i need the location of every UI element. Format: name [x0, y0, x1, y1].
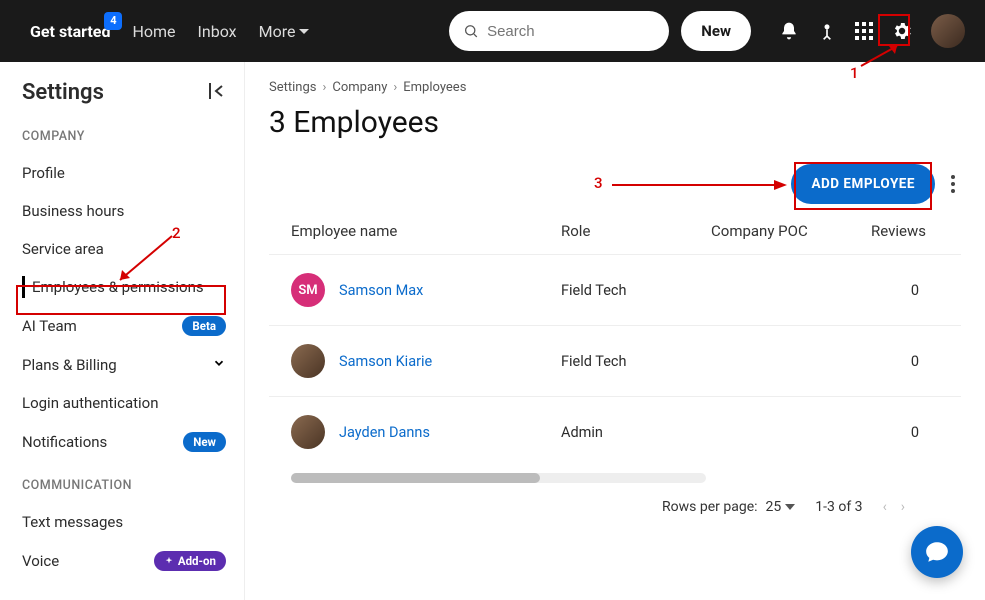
- sidebar-item-profile[interactable]: Profile: [0, 154, 244, 192]
- search-input[interactable]: [487, 23, 655, 40]
- new-badge: New: [183, 432, 226, 452]
- nav-home[interactable]: Home: [132, 22, 175, 41]
- sidebar-section-communication: COMMUNICATION: [0, 472, 244, 503]
- employee-role: Field Tech: [561, 282, 711, 299]
- col-header-role[interactable]: Role: [561, 222, 711, 240]
- pagination-arrows: ‹ ›: [883, 499, 905, 515]
- get-started-badge: 4: [104, 12, 122, 30]
- search-icon: [463, 22, 479, 40]
- sidebar-item-notifications[interactable]: Notifications New: [0, 422, 244, 462]
- employee-name-link[interactable]: Samson Max: [339, 282, 423, 299]
- breadcrumb-employees[interactable]: Employees: [403, 80, 466, 95]
- sidebar-item-ai-team[interactable]: AI Team Beta: [0, 306, 244, 346]
- new-button[interactable]: New: [681, 11, 751, 51]
- col-header-poc[interactable]: Company POC: [711, 222, 871, 240]
- table-row[interactable]: SM Samson Max Field Tech 0: [269, 254, 961, 325]
- apps-grid-icon[interactable]: [855, 22, 873, 40]
- table-row[interactable]: Samson Kiarie Field Tech 0: [269, 325, 961, 396]
- sidebar-section-company: COMPANY: [0, 123, 244, 154]
- col-header-name[interactable]: Employee name: [291, 222, 561, 240]
- topbar-right: New: [449, 11, 965, 51]
- table-header: Employee name Role Company POC Reviews: [269, 214, 961, 254]
- page-title: 3 Employees: [269, 105, 961, 140]
- breadcrumb-separator: ›: [393, 80, 397, 95]
- sidebar-item-plans-billing[interactable]: Plans & Billing: [0, 346, 244, 384]
- sparkle-icon: [164, 556, 174, 566]
- settings-sidebar: Settings COMPANY Profile Business hours …: [0, 62, 245, 600]
- employee-avatar: SM: [291, 273, 325, 307]
- employee-name-link[interactable]: Jayden Danns: [339, 424, 430, 441]
- sidebar-item-text-messages[interactable]: Text messages: [0, 503, 244, 541]
- employee-avatar: [291, 344, 325, 378]
- nav-more[interactable]: More: [259, 22, 310, 41]
- horizontal-scrollbar[interactable]: [291, 473, 706, 483]
- nav-get-started[interactable]: Get started 4: [30, 22, 110, 41]
- prev-page-button[interactable]: ‹: [883, 499, 887, 515]
- addon-badge: Add-on: [154, 551, 226, 571]
- top-bar: Get started 4 Home Inbox More New: [0, 0, 985, 62]
- employee-avatar: [291, 415, 325, 449]
- rpp-label: Rows per page:: [662, 499, 757, 515]
- map-pin-icon[interactable]: [817, 20, 837, 42]
- sidebar-item-employees-permissions[interactable]: Employees & permissions: [0, 268, 244, 306]
- employee-role: Field Tech: [561, 353, 711, 370]
- chevron-down-icon: [299, 29, 309, 34]
- sidebar-item-login-auth[interactable]: Login authentication: [0, 384, 244, 422]
- caret-down-icon: [785, 504, 795, 510]
- more-options-button[interactable]: [945, 169, 961, 199]
- add-employee-button[interactable]: ADD EMPLOYEE: [791, 164, 935, 204]
- employee-reviews: 0: [871, 353, 939, 370]
- next-page-button[interactable]: ›: [901, 499, 905, 515]
- user-avatar[interactable]: [931, 14, 965, 48]
- nav-get-started-label: Get started: [30, 22, 110, 41]
- collapse-sidebar-icon[interactable]: [208, 83, 226, 103]
- gear-icon[interactable]: [891, 20, 913, 42]
- pagination: Rows per page: 25 1-3 of 3 ‹ ›: [269, 483, 961, 515]
- employee-reviews: 0: [871, 424, 939, 441]
- table-actions: ADD EMPLOYEE: [269, 164, 961, 204]
- chevron-down-icon: [212, 356, 226, 374]
- employee-name-link[interactable]: Samson Kiarie: [339, 353, 432, 370]
- chat-fab[interactable]: [911, 526, 963, 578]
- nav-more-label: More: [259, 22, 296, 41]
- sidebar-item-voice[interactable]: Voice Add-on: [0, 541, 244, 581]
- chat-icon: [924, 539, 950, 565]
- search-box[interactable]: [449, 11, 669, 51]
- employees-table: Employee name Role Company POC Reviews S…: [269, 214, 961, 467]
- rows-per-page: Rows per page: 25: [662, 499, 795, 515]
- bell-icon[interactable]: [779, 21, 799, 41]
- beta-badge: Beta: [182, 316, 226, 336]
- table-row[interactable]: Jayden Danns Admin 0: [269, 396, 961, 467]
- sidebar-header: Settings: [0, 80, 244, 123]
- topbar-icons: [779, 14, 965, 48]
- employee-role: Admin: [561, 424, 711, 441]
- main-content: Settings › Company › Employees 3 Employe…: [245, 62, 985, 600]
- top-nav: Get started 4 Home Inbox More: [30, 22, 309, 41]
- nav-inbox[interactable]: Inbox: [198, 22, 237, 41]
- sidebar-item-service-area[interactable]: Service area: [0, 230, 244, 268]
- sidebar-title: Settings: [22, 80, 104, 105]
- employee-reviews: 0: [871, 282, 939, 299]
- breadcrumb-settings[interactable]: Settings: [269, 80, 316, 95]
- rpp-select[interactable]: 25: [766, 499, 796, 515]
- breadcrumb: Settings › Company › Employees: [269, 80, 961, 95]
- breadcrumb-company[interactable]: Company: [332, 80, 387, 95]
- breadcrumb-separator: ›: [322, 80, 326, 95]
- col-header-reviews[interactable]: Reviews: [871, 222, 946, 240]
- sidebar-item-business-hours[interactable]: Business hours: [0, 192, 244, 230]
- pagination-range: 1-3 of 3: [815, 499, 862, 515]
